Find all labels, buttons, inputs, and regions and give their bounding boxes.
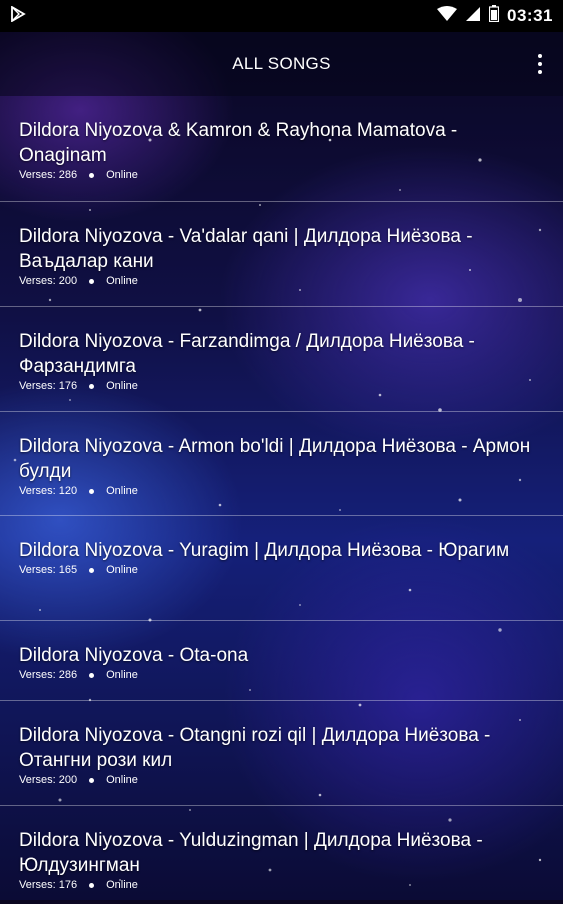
online-status: Online (106, 380, 138, 392)
song-title: Dildora Niyozova - Va'dalar qani | Дилдо… (19, 226, 473, 272)
more-vert-icon (538, 54, 542, 58)
song-list: Dildora Niyozova & Kamron & Rayhona Mama… (0, 96, 563, 904)
verses-count: Verses: 286 (19, 169, 78, 181)
wifi-icon (437, 5, 458, 27)
song-title: Dildora Niyozova - Armon bo'ldi | Дилдор… (19, 436, 531, 482)
song-meta: Verses: 176 Online (19, 380, 547, 392)
separator-dot-icon (89, 672, 95, 678)
separator-dot-icon (89, 172, 95, 178)
song-list-item[interactable]: Dildora Niyozova - Farzandimga / Дилдора… (0, 307, 563, 412)
separator-dot-icon (89, 567, 95, 573)
song-list-item[interactable]: Dildora Niyozova - Yulduzingman | Дилдор… (0, 806, 563, 904)
status-time: 03:31 (507, 6, 553, 25)
separator-dot-icon (89, 383, 95, 389)
song-title: Dildora Niyozova - Farzandimga / Дилдора… (19, 331, 475, 377)
song-title: Dildora Niyozova - Yuragim | Дилдора Ниё… (19, 540, 510, 561)
song-meta: Verses: 120 Online (19, 485, 547, 497)
song-meta: Verses: 286 Online (19, 169, 547, 181)
status-bar: 03:31 (0, 0, 563, 32)
page-title: ALL SONGS (232, 54, 331, 73)
verses-count: Verses: 120 (19, 485, 78, 497)
song-meta: Verses: 200 Online (19, 774, 547, 786)
song-meta: Verses: 165 Online (19, 564, 547, 576)
more-options-button[interactable] (531, 48, 549, 80)
song-meta: Verses: 176 Online (19, 879, 547, 891)
verses-count: Verses: 176 (19, 380, 78, 392)
online-status: Online (106, 275, 138, 287)
song-meta: Verses: 200 Online (19, 275, 547, 287)
verses-count: Verses: 200 (19, 275, 78, 287)
battery-icon (488, 5, 500, 27)
play-store-icon (10, 4, 26, 27)
online-status: Online (106, 879, 138, 891)
song-list-item[interactable]: Dildora Niyozova - Armon bo'ldi | Дилдор… (0, 412, 563, 516)
song-list-item[interactable]: Dildora Niyozova & Kamron & Rayhona Mama… (0, 96, 563, 202)
song-meta: Verses: 286 Online (19, 669, 547, 681)
verses-count: Verses: 286 (19, 669, 78, 681)
online-status: Online (106, 169, 138, 181)
online-status: Online (106, 774, 138, 786)
separator-dot-icon (89, 278, 95, 284)
song-title: Dildora Niyozova - Otangni rozi qil | Ди… (19, 725, 491, 771)
song-list-item[interactable]: Dildora Niyozova - Yuragim | Дилдора Ниё… (0, 516, 563, 621)
verses-count: Verses: 200 (19, 774, 78, 786)
separator-dot-icon (89, 882, 95, 888)
separator-dot-icon (89, 488, 95, 494)
song-title: Dildora Niyozova - Ota-ona (19, 645, 249, 666)
song-list-item[interactable]: Dildora Niyozova - Va'dalar qani | Дилдо… (0, 202, 563, 307)
signal-icon (465, 6, 481, 27)
online-status: Online (106, 564, 138, 576)
online-status: Online (106, 669, 138, 681)
separator-dot-icon (89, 777, 95, 783)
song-list-item[interactable]: Dildora Niyozova - Otangni rozi qil | Ди… (0, 701, 563, 806)
app-bar: ALL SONGS (0, 32, 563, 96)
verses-count: Verses: 176 (19, 879, 78, 891)
song-title: Dildora Niyozova - Yulduzingman | Дилдор… (19, 830, 483, 876)
song-list-item[interactable]: Dildora Niyozova - Ota-ona Verses: 286 O… (0, 621, 563, 701)
online-status: Online (106, 485, 138, 497)
song-title: Dildora Niyozova & Kamron & Rayhona Mama… (19, 120, 458, 166)
verses-count: Verses: 165 (19, 564, 78, 576)
